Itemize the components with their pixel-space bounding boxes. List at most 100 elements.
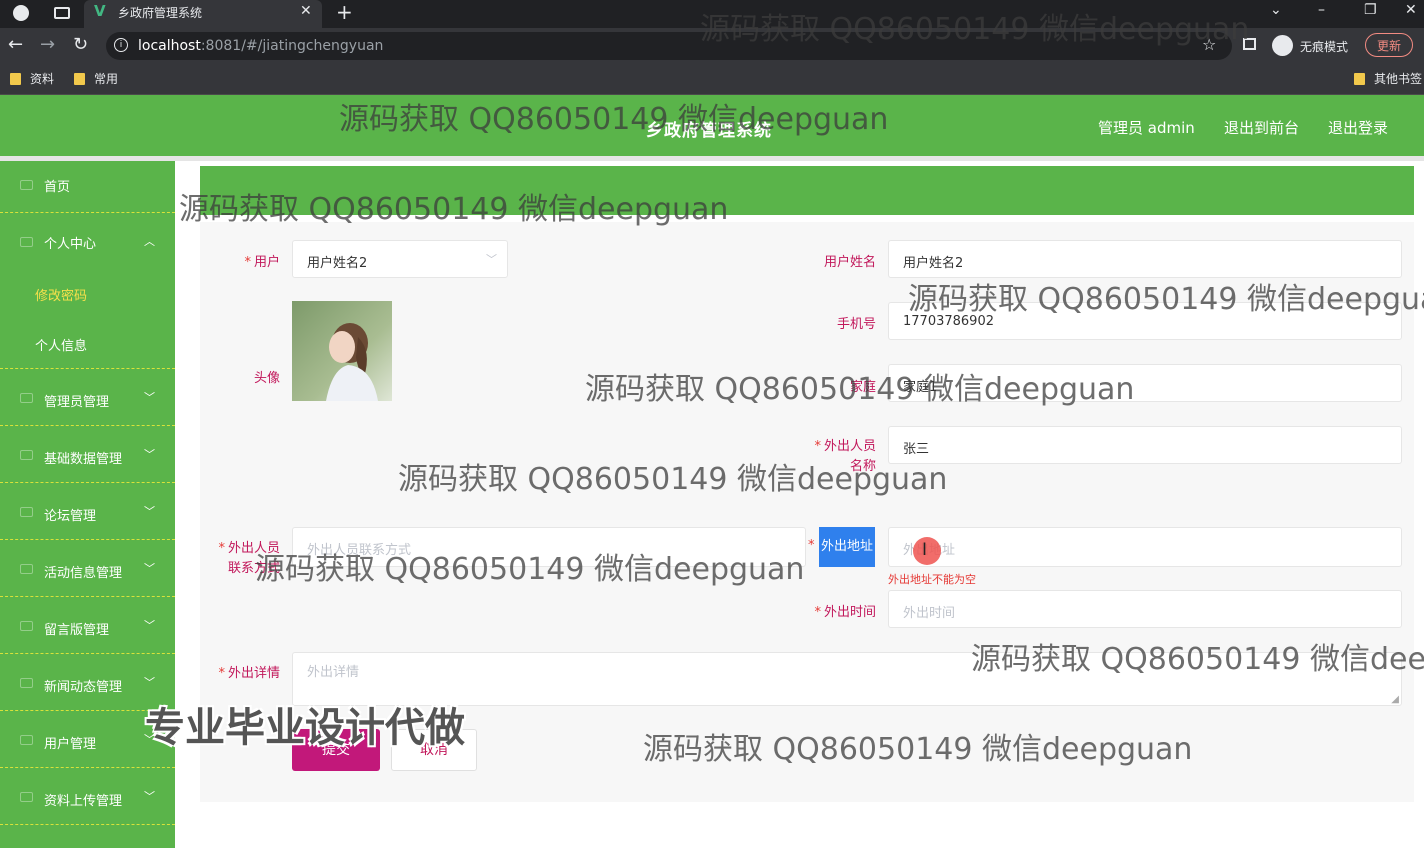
reload-icon[interactable]: ↻ — [73, 34, 88, 55]
sidebar-item-label: 用户管理 — [44, 737, 97, 752]
detail-textarea[interactable]: 外出详情 ◢ — [292, 652, 1402, 706]
contact-input[interactable]: 外出人员联系方式 — [292, 527, 806, 567]
logout-link[interactable]: 退出登录 — [1328, 117, 1388, 138]
sidebar-item-upload[interactable]: 资料上传管理 ﹀ — [0, 768, 175, 825]
user-label: * 用户 — [244, 255, 280, 270]
sidebar-item-label: 首页 — [44, 180, 71, 195]
chevron-down-icon: ﹀ — [144, 790, 155, 803]
close-window-icon[interactable]: ✕ — [1405, 2, 1417, 18]
menu-icon — [20, 393, 33, 403]
sidebar-item-news[interactable]: 新闻动态管理 ﹀ — [0, 654, 175, 711]
address-required-star: * — [808, 538, 815, 553]
address-input[interactable]: 外出地址 — [888, 527, 1402, 567]
sidebar-subitem-change-password[interactable]: 修改密码 — [35, 285, 87, 304]
resize-handle-icon[interactable]: ◢ — [1391, 694, 1399, 705]
address-label: 外出地址 — [819, 527, 875, 567]
sidebar-item-message-board[interactable]: 留言版管理 ﹀ — [0, 597, 175, 654]
time-placeholder: 外出时间 — [903, 606, 956, 621]
time-input[interactable]: 外出时间 — [888, 590, 1402, 628]
sidebar-item-label: 活动信息管理 — [44, 566, 123, 581]
bookmark-label: 其他书签 — [1374, 72, 1423, 86]
site-info-icon[interactable]: i — [114, 38, 128, 52]
bookmark-folder-ziliao[interactable]: 资料 — [10, 70, 54, 87]
sidebar-item-label: 基础数据管理 — [44, 452, 123, 467]
chevron-down-icon: ﹀ — [144, 619, 155, 632]
tab-close-icon[interactable]: ✕ — [300, 3, 312, 19]
bookmark-folder-changyong[interactable]: 常用 — [74, 70, 118, 87]
sidebar-item-personal-center[interactable]: 个人中心 ︿ — [0, 213, 175, 270]
username-label: 用户姓名 — [823, 255, 876, 270]
header-divider — [0, 156, 1424, 161]
menu-icon — [20, 735, 33, 745]
chevron-down-icon: ﹀ — [144, 448, 155, 461]
avatar-label: 头像 — [253, 371, 280, 386]
chevron-down-icon: ﹀ — [486, 253, 497, 266]
menu-icon — [20, 507, 33, 517]
restore-icon[interactable]: ❐ — [1364, 2, 1377, 18]
sidebar-item-activity[interactable]: 活动信息管理 ﹀ — [0, 540, 175, 597]
bookmark-label: 常用 — [94, 72, 119, 86]
outperson-name-value: 张三 — [903, 442, 930, 457]
url-host: localhost — [138, 38, 201, 54]
sidebar-item-basic-data[interactable]: 基础数据管理 ﹀ — [0, 426, 175, 483]
address-error: 外出地址不能为空 — [888, 573, 976, 586]
family-input[interactable]: 家庭1 — [888, 364, 1402, 402]
sidebar-item-label: 论坛管理 — [44, 509, 97, 524]
minimize-icon[interactable]: – — [1318, 2, 1325, 18]
chevron-down-icon: ﹀ — [144, 562, 155, 575]
tab-list-chevron-icon[interactable]: ⌄ — [1270, 2, 1282, 18]
browser-profile-icon[interactable] — [13, 5, 29, 21]
family-label: 家庭 — [849, 380, 876, 395]
side-panel-icon[interactable] — [1243, 38, 1256, 50]
chevron-down-icon: ﹀ — [144, 676, 155, 689]
system-title: 乡政府管理系统 — [646, 121, 772, 141]
sidebar-item-forum[interactable]: 论坛管理 ﹀ — [0, 483, 175, 540]
sidebar-subitems-divider — [0, 311, 175, 369]
exit-to-front-link[interactable]: 退出到前台 — [1224, 117, 1299, 138]
text-cursor-icon: I — [922, 540, 928, 560]
menu-icon — [20, 792, 33, 802]
username-input[interactable]: 用户姓名2 — [888, 240, 1402, 278]
back-arrow-icon[interactable]: ← — [8, 34, 23, 55]
username-value: 用户姓名2 — [903, 256, 964, 271]
avatar-image — [292, 301, 392, 401]
user-select[interactable]: 用户姓名2 ﹀ — [292, 240, 508, 278]
sidebar-item-home[interactable]: 首页 — [0, 161, 175, 213]
folder-icon — [74, 73, 85, 85]
sidebar: 首页 个人中心 ︿ 修改密码 个人信息 管理员管理 ﹀ 基础数据管理 ﹀ 论坛管… — [0, 161, 175, 848]
submit-button[interactable]: 提交 — [292, 729, 380, 771]
url-text[interactable]: localhost:8081/#/jiatingchengyuan — [138, 38, 383, 54]
bookmark-star-icon[interactable]: ☆ — [1202, 35, 1216, 54]
detail-label: * 外出详情 — [218, 666, 280, 681]
bookmark-folder-other[interactable]: 其他书签 — [1354, 70, 1422, 87]
sidebar-item-label: 管理员管理 — [44, 395, 110, 410]
url-path: :8081/#/jiatingchengyuan — [200, 38, 384, 54]
menu-icon — [20, 621, 33, 631]
tab-title: 乡政府管理系统 — [118, 6, 203, 20]
contact-placeholder: 外出人员联系方式 — [307, 543, 412, 558]
forward-arrow-icon[interactable]: → — [40, 34, 55, 55]
sidebar-item-label: 个人中心 — [44, 237, 97, 252]
user-select-value: 用户姓名2 — [307, 256, 368, 271]
outperson-name-label: * 外出人员 名称 — [814, 439, 876, 474]
cancel-button[interactable]: 取消 — [391, 729, 477, 771]
sidebar-item-label: 新闻动态管理 — [44, 680, 123, 695]
sidebar-item-users[interactable]: 用户管理 ﹀ — [0, 711, 175, 768]
contact-label: * 外出人员 联系方式 — [218, 541, 280, 576]
bookmark-label: 资料 — [30, 72, 55, 86]
menu-icon — [20, 450, 33, 460]
sidebar-item-label: 留言版管理 — [44, 623, 110, 638]
folder-icon — [1354, 73, 1365, 85]
admin-user-label: 管理员 admin — [1098, 119, 1195, 137]
vue-favicon-icon: V — [94, 2, 106, 20]
phone-value: 17703786902 — [903, 314, 994, 329]
sidebar-item-admin-mgmt[interactable]: 管理员管理 ﹀ — [0, 369, 175, 426]
sidebar-item-label: 资料上传管理 — [44, 794, 123, 809]
new-tab-icon[interactable]: + — [336, 0, 353, 24]
time-label: * 外出时间 — [814, 605, 876, 620]
family-value: 家庭1 — [903, 380, 938, 395]
outperson-name-input[interactable]: 张三 — [888, 426, 1402, 464]
folder-icon — [10, 73, 21, 85]
phone-input[interactable]: 17703786902 — [888, 302, 1402, 340]
tab-search-icon[interactable] — [54, 7, 70, 19]
